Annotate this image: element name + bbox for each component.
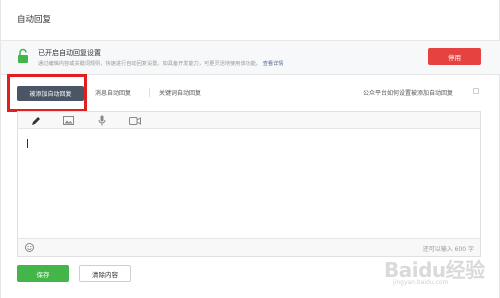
auto-reply-panel: 自动回复 已开启自动回复设置 通过编辑内容或关键词规则，快速进行自动回复设置。如…: [0, 0, 500, 298]
clear-button[interactable]: 清除内容: [79, 265, 131, 282]
video-icon[interactable]: [129, 115, 141, 126]
tab-keyword-auto-reply[interactable]: 关键词自动回复: [159, 88, 201, 97]
microphone-icon[interactable]: [96, 115, 108, 126]
status-title: 已开启自动回复设置: [38, 49, 101, 57]
text-caret: [27, 139, 28, 148]
watermark-url: jingyan.baidu.com: [393, 279, 449, 286]
tab-message-auto-reply[interactable]: 消息自动回复: [95, 88, 131, 97]
help-link[interactable]: 公众平台如何设置被添加自动回复: [363, 88, 453, 97]
pen-icon[interactable]: [30, 115, 42, 126]
tab-divider: [149, 88, 150, 97]
editor-toolbar: [18, 112, 480, 129]
page-title: 自动回复: [17, 15, 52, 25]
emoji-icon[interactable]: [25, 243, 34, 252]
lock-open-icon: [18, 48, 28, 63]
disable-button[interactable]: 停用: [428, 48, 481, 65]
image-icon[interactable]: [62, 115, 74, 126]
status-bar: 已开启自动回复设置 通过编辑内容或关键词规则，快速进行自动回复设置。如具备开发能…: [1, 40, 500, 75]
status-description: 通过编辑内容或关键词规则，快速进行自动回复设置。如具备开发能力，可更灵活地使用该…: [38, 60, 284, 67]
reply-editor[interactable]: 还可以输入 600 字: [17, 111, 481, 257]
save-button[interactable]: 保存: [17, 265, 69, 282]
details-link[interactable]: 查看详情: [263, 61, 284, 67]
char-counter: 还可以输入 600 字: [422, 246, 474, 253]
status-description-text: 通过编辑内容或关键词规则，快速进行自动回复设置。如具备开发能力，可更灵活地使用该…: [38, 61, 262, 67]
highlight-box: [7, 74, 87, 112]
help-checkbox[interactable]: [473, 88, 479, 94]
